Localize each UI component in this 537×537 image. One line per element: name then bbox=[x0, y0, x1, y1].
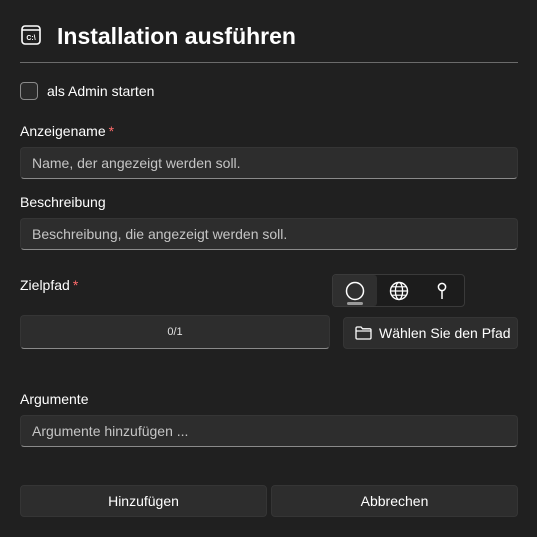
selected-indicator bbox=[346, 302, 363, 305]
browse-path-label: Wählen Sie den Pfad bbox=[379, 325, 511, 341]
terminal-icon: C:\ bbox=[21, 25, 41, 45]
globe-icon bbox=[389, 281, 408, 300]
source-option-pin[interactable] bbox=[420, 275, 464, 306]
display-name-label: Anzeigename * bbox=[20, 123, 115, 139]
add-button[interactable]: Hinzufügen bbox=[20, 485, 267, 517]
target-path-field[interactable]: 0/1 bbox=[20, 315, 330, 349]
pin-icon bbox=[437, 282, 447, 299]
required-mark: * bbox=[72, 277, 79, 293]
selection-count: 0/1 bbox=[167, 326, 183, 338]
admin-checkbox-label: als Admin starten bbox=[47, 83, 155, 99]
source-option-local[interactable] bbox=[333, 275, 377, 306]
cancel-button-label: Abbrechen bbox=[360, 493, 429, 509]
source-option-web[interactable] bbox=[377, 275, 421, 306]
dialog-title: Installation ausführen bbox=[57, 23, 296, 49]
path-source-selector bbox=[332, 274, 465, 307]
browse-path-button[interactable]: Wählen Sie den Pfad bbox=[343, 317, 518, 349]
description-label: Beschreibung bbox=[20, 194, 106, 210]
folder-icon bbox=[355, 326, 372, 340]
display-name-input[interactable] bbox=[20, 147, 518, 179]
svg-text:C:\: C:\ bbox=[26, 35, 35, 42]
target-path-label: Zielpfad * bbox=[20, 277, 79, 293]
add-button-label: Hinzufügen bbox=[108, 493, 179, 509]
arguments-input[interactable] bbox=[20, 415, 518, 447]
title-divider bbox=[20, 62, 518, 63]
admin-checkbox-row[interactable]: als Admin starten bbox=[20, 81, 154, 101]
admin-checkbox[interactable] bbox=[20, 82, 38, 100]
run-installation-dialog: C:\ Installation ausführen als Admin sta… bbox=[0, 0, 537, 537]
required-mark: * bbox=[108, 123, 115, 139]
cancel-button[interactable]: Abbrechen bbox=[271, 485, 518, 517]
description-input[interactable] bbox=[20, 218, 518, 250]
arguments-label: Argumente bbox=[20, 391, 89, 407]
circle-icon bbox=[345, 281, 365, 300]
